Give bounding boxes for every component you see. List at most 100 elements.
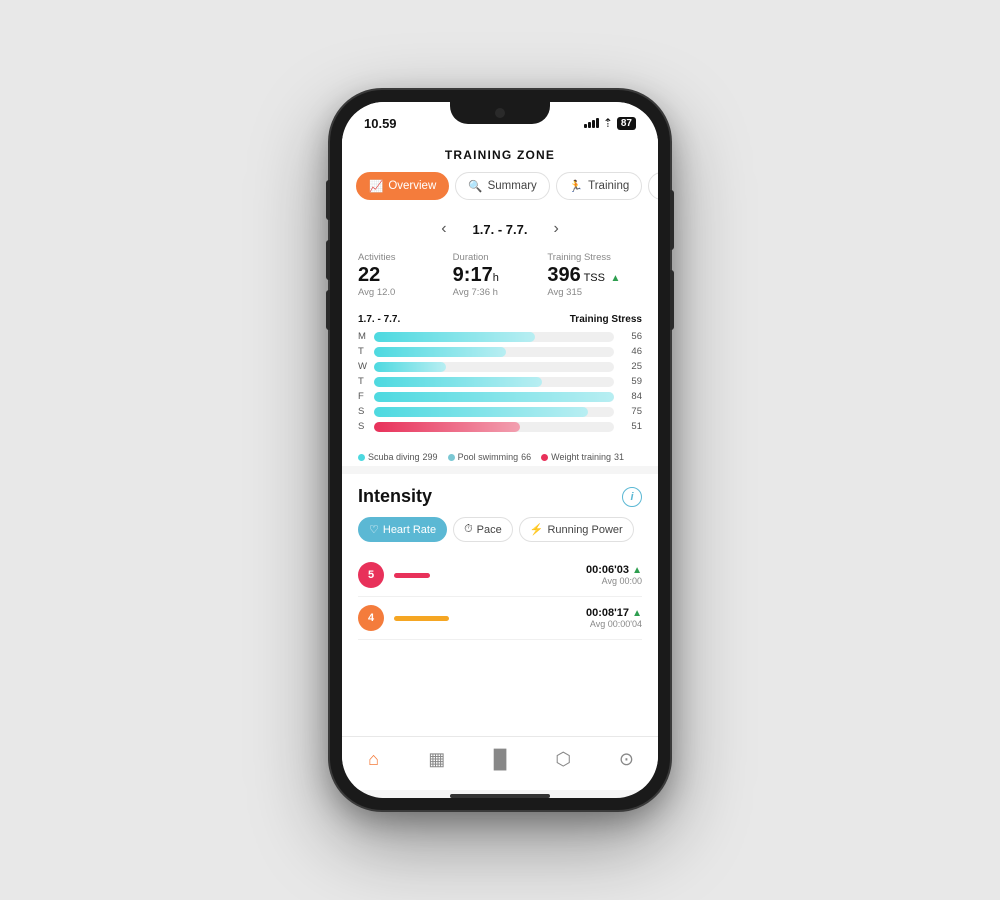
- activities-avg: Avg 12.0: [358, 287, 453, 298]
- bar-container-s1: [374, 407, 614, 417]
- running-power-label: Running Power: [547, 524, 622, 536]
- notch-camera: [495, 108, 505, 118]
- intensity-subtabs: ♡ Heart Rate ⏱ Pace ⚡ Running Power: [358, 517, 642, 542]
- home-bar: [450, 794, 550, 798]
- bar-container-t2: [374, 377, 614, 387]
- intensity-bars-5: [394, 573, 576, 578]
- tss-label: Training Stress: [547, 252, 642, 263]
- bar-fill-t1: [374, 347, 506, 357]
- intensity-avg-4: Avg 00:00'04: [586, 619, 642, 629]
- bar-row-s1: S 75: [358, 406, 642, 417]
- tab-overview-label: Overview: [388, 180, 436, 192]
- running-power-icon: ⚡: [530, 523, 544, 536]
- trend-4: ▲: [632, 608, 642, 619]
- bar-container-t1: [374, 347, 614, 357]
- intensity-header: Intensity i: [358, 486, 642, 507]
- stats-row: Activities 22 Avg 12.0 Duration 9:17h Av…: [342, 248, 658, 306]
- bar-row-t2: T 59: [358, 376, 642, 387]
- duration-value: 9:17h: [453, 265, 548, 285]
- signal-bars: [584, 118, 599, 128]
- bar-container-w: [374, 362, 614, 372]
- nav-calendar[interactable]: ▦: [405, 745, 468, 774]
- intensity-right-4: 00:08'17 ▲ Avg 00:00'04: [586, 607, 642, 629]
- next-date-btn[interactable]: ›: [547, 218, 564, 240]
- duration-label: Duration: [453, 252, 548, 263]
- pool-dot: [448, 454, 455, 461]
- section-divider: [342, 466, 658, 474]
- map-icon: ⬡: [555, 749, 571, 770]
- tab-training[interactable]: 🏃 Training: [556, 172, 642, 200]
- nav-stats[interactable]: ▐▌: [468, 745, 531, 774]
- pool-label: Pool swimming: [458, 452, 519, 462]
- tab-summary[interactable]: 🔍 Summary: [455, 172, 550, 200]
- trend-5: ▲: [632, 565, 642, 576]
- bar-container-s2: [374, 422, 614, 432]
- intensity-section: Intensity i ♡ Heart Rate ⏱ Pace: [342, 474, 658, 648]
- summary-icon: 🔍: [468, 179, 482, 193]
- signal-bar-3: [592, 120, 595, 128]
- signal-bar-4: [596, 118, 599, 128]
- overview-icon: 📈: [369, 179, 383, 193]
- date-range: 1.7. - 7.7.: [473, 222, 528, 237]
- bar-row-m: M 56: [358, 331, 642, 342]
- bar-container-f: [374, 392, 614, 402]
- subtab-pace[interactable]: ⏱ Pace: [453, 517, 513, 542]
- bar-row-w: W 25: [358, 361, 642, 372]
- bar-row-s2: S 51: [358, 421, 642, 432]
- chart-column-label: Training Stress: [570, 314, 642, 325]
- nav-map[interactable]: ⬡: [532, 745, 595, 774]
- intensity-item-4: 4 00:08'17 ▲ Avg 00:00'04: [358, 597, 642, 640]
- status-bar: 10.59 ⇡ 87: [342, 102, 658, 138]
- legend-weight: Weight training 31: [541, 452, 624, 462]
- tab-summary-label: Summary: [488, 180, 537, 192]
- bar-fill-w: [374, 362, 446, 372]
- bar-row-t1: T 46: [358, 346, 642, 357]
- bar-fill-t2: [374, 377, 542, 387]
- heartrate-label: Heart Rate: [383, 524, 436, 536]
- badge-5: 5: [358, 562, 384, 588]
- scuba-value: 299: [423, 452, 438, 462]
- bar-fill-f: [374, 392, 614, 402]
- signal-bar-2: [588, 122, 591, 128]
- wifi-icon: ⇡: [603, 116, 613, 130]
- chart-header: 1.7. - 7.7. Training Stress: [358, 314, 642, 325]
- intensity-avg-5: Avg 00:00: [586, 576, 642, 586]
- main-content[interactable]: TRAINING ZONE 📈 Overview 🔍 Summary 🏃 Tra…: [342, 138, 658, 736]
- heartrate-icon: ♡: [369, 523, 379, 536]
- tab-training-label: Training: [588, 180, 629, 192]
- chart-section: 1.7. - 7.7. Training Stress M 56 T: [342, 306, 658, 444]
- nav-home[interactable]: ⌂: [342, 745, 405, 774]
- bar-row-f: F 84: [358, 391, 642, 402]
- intensity-title: Intensity: [358, 486, 432, 507]
- tss-value: 396 TSS ▲: [547, 265, 642, 285]
- status-time: 10.59: [364, 116, 397, 131]
- calendar-icon: ▦: [428, 749, 445, 770]
- nav-profile[interactable]: ⊙: [595, 745, 658, 774]
- bar-container-m: [374, 332, 614, 342]
- home-icon: ⌂: [368, 749, 379, 770]
- badge-4: 4: [358, 605, 384, 631]
- tab-overview[interactable]: 📈 Overview: [356, 172, 449, 200]
- notch: [450, 102, 550, 124]
- info-button[interactable]: i: [622, 487, 642, 507]
- date-nav: ‹ 1.7. - 7.7. ›: [342, 210, 658, 248]
- weight-label: Weight training: [551, 452, 611, 462]
- chart-legend: Scuba diving 299 Pool swimming 66 Weight…: [342, 444, 658, 466]
- mini-bar-4: [394, 616, 449, 621]
- subtab-heartrate[interactable]: ♡ Heart Rate: [358, 517, 447, 542]
- tab-s[interactable]: S: [648, 172, 658, 200]
- prev-date-btn[interactable]: ‹: [435, 218, 452, 240]
- bottom-nav: ⌂ ▦ ▐▌ ⬡ ⊙: [342, 736, 658, 790]
- app-header: TRAINING ZONE: [342, 138, 658, 162]
- subtab-runningpower[interactable]: ⚡ Running Power: [519, 517, 634, 542]
- intensity-bars-4: [394, 616, 576, 621]
- signal-bar-1: [584, 124, 587, 128]
- tss-avg: Avg 315: [547, 287, 642, 298]
- stat-tss: Training Stress 396 TSS ▲ Avg 315: [547, 252, 642, 298]
- weight-dot: [541, 454, 548, 461]
- bar-fill-s1: [374, 407, 588, 417]
- intensity-item-5: 5 00:06'03 ▲ Avg 00:00: [358, 554, 642, 597]
- legend-pool: Pool swimming 66: [448, 452, 532, 462]
- status-right: ⇡ 87: [584, 116, 636, 130]
- activities-value: 22: [358, 265, 453, 285]
